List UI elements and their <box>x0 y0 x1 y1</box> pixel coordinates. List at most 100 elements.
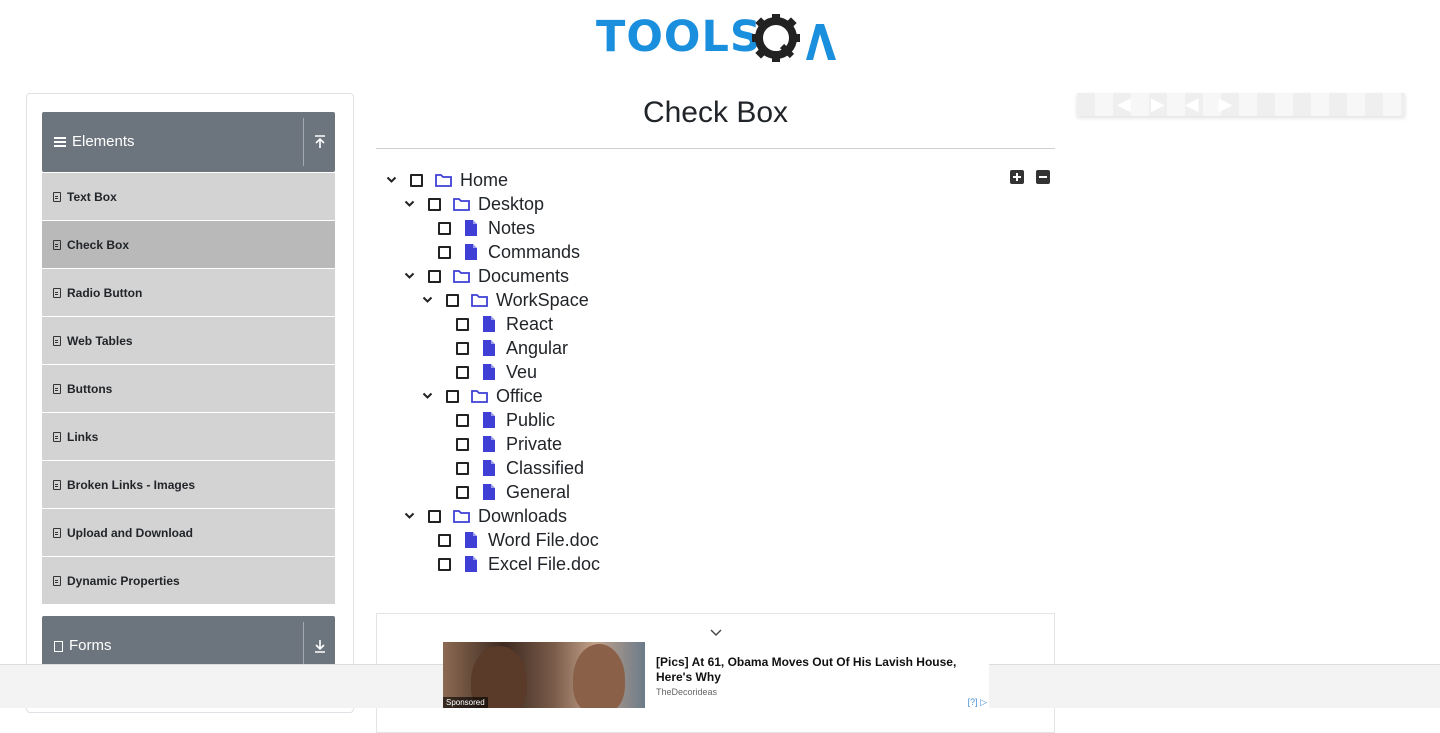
forms-icon <box>54 640 63 652</box>
tree-node-label[interactable]: Angular <box>506 336 568 360</box>
tree-node-label[interactable]: Commands <box>488 240 580 264</box>
ad-image[interactable]: Sponsored <box>443 642 645 708</box>
tree-node-label[interactable]: Home <box>460 168 508 192</box>
logo-text: TOOLS <box>596 12 762 62</box>
collapse-all-button[interactable] <box>1036 170 1050 184</box>
tree-node-workspace[interactable]: WorkSpace <box>420 288 589 312</box>
page-title: Check Box <box>642 96 789 129</box>
tree-node-label[interactable]: Classified <box>506 456 584 480</box>
ad-headline[interactable]: [Pics] At 61, Obama Moves Out Of His Lav… <box>656 655 976 685</box>
elements-group-header[interactable]: Elements <box>42 112 335 172</box>
ad-arrow-icon: ◀ <box>1117 94 1131 114</box>
menu-item-upload-download[interactable]: Upload and Download <box>42 509 335 557</box>
tree-node-office[interactable]: Office <box>420 384 543 408</box>
checkbox[interactable] <box>428 269 441 283</box>
chevron-down-icon[interactable] <box>402 264 416 288</box>
toolsqa-logo[interactable]: TOOLS <box>596 12 838 68</box>
arrow-up-icon[interactable] <box>303 118 335 166</box>
checkbox[interactable] <box>438 245 451 259</box>
elements-group-label: Elements <box>72 133 135 150</box>
tree-controls <box>1010 170 1050 184</box>
ad-banner-top[interactable]: ◀ ▶ ◀ ▶ <box>1077 93 1405 116</box>
arrow-down-icon[interactable] <box>303 622 335 670</box>
checkbox[interactable] <box>456 317 469 331</box>
chevron-down-icon[interactable] <box>420 288 434 312</box>
checkbox[interactable] <box>428 197 441 211</box>
checkbox[interactable] <box>428 509 441 523</box>
form-icon <box>53 335 61 346</box>
expand-all-button[interactable] <box>1010 170 1024 184</box>
chevron-down-icon[interactable] <box>709 628 723 638</box>
tree-node-word-file-doc[interactable]: Word File.doc <box>438 528 599 552</box>
folder-icon <box>452 192 470 216</box>
tree-node-label[interactable]: Veu <box>506 360 537 384</box>
tree-node-react[interactable]: React <box>456 312 553 336</box>
file-icon <box>462 552 480 576</box>
tree-node-classified[interactable]: Classified <box>456 456 584 480</box>
tree-node-label[interactable]: Downloads <box>478 504 567 528</box>
checkbox[interactable] <box>456 341 469 355</box>
tree-node-label[interactable]: Excel File.doc <box>488 552 600 576</box>
ad-arrow-icon: ▶ <box>1218 94 1233 114</box>
tree-node-angular[interactable]: Angular <box>456 336 568 360</box>
tree-node-label[interactable]: Notes <box>488 216 535 240</box>
tree-node-label[interactable]: Private <box>506 432 562 456</box>
tree-node-label[interactable]: Documents <box>478 264 569 288</box>
file-icon <box>462 216 480 240</box>
menu-item-radio-button[interactable]: Radio Button <box>42 269 335 317</box>
chevron-down-icon[interactable] <box>402 504 416 528</box>
menu-item-text-box[interactable]: Text Box <box>42 173 335 221</box>
file-icon <box>480 456 498 480</box>
tree-node-veu[interactable]: Veu <box>456 360 537 384</box>
menu-item-web-tables[interactable]: Web Tables <box>42 317 335 365</box>
tree-node-label[interactable]: WorkSpace <box>496 288 589 312</box>
file-icon <box>480 432 498 456</box>
checkbox[interactable] <box>456 365 469 379</box>
menu-item-check-box[interactable]: Check Box <box>42 221 335 269</box>
tree-node-downloads[interactable]: Downloads <box>402 504 567 528</box>
menu-item-dynamic-properties[interactable]: Dynamic Properties <box>42 557 335 605</box>
tree-node-public[interactable]: Public <box>456 408 555 432</box>
tree-node-private[interactable]: Private <box>456 432 562 456</box>
tree-node-documents[interactable]: Documents <box>402 264 569 288</box>
menu-item-broken-links[interactable]: Broken Links - Images <box>42 461 335 509</box>
sponsored-label: Sponsored <box>443 697 488 708</box>
ad-choices-icon[interactable]: [?] ▷ <box>968 697 987 708</box>
logo-gear-icon <box>752 14 836 62</box>
menu-item-buttons[interactable]: Buttons <box>42 365 335 413</box>
checkbox[interactable] <box>456 413 469 427</box>
chevron-down-icon[interactable] <box>384 168 398 192</box>
tree-node-desktop[interactable]: Desktop <box>402 192 544 216</box>
folder-icon <box>470 384 488 408</box>
tree-node-label[interactable]: React <box>506 312 553 336</box>
tree-node-notes[interactable]: Notes <box>438 216 535 240</box>
chevron-down-icon[interactable] <box>420 384 434 408</box>
tree-node-commands[interactable]: Commands <box>438 240 580 264</box>
tree-node-label[interactable]: Word File.doc <box>488 528 599 552</box>
checkbox[interactable] <box>438 221 451 235</box>
checkbox[interactable] <box>438 533 451 547</box>
checkbox[interactable] <box>446 389 459 403</box>
menu-item-links[interactable]: Links <box>42 413 335 461</box>
checkbox[interactable] <box>410 173 423 187</box>
left-panel: Elements Text Box Check Box Radio Button… <box>26 93 354 713</box>
checkbox[interactable] <box>446 293 459 307</box>
file-icon <box>480 336 498 360</box>
checkbox[interactable] <box>456 485 469 499</box>
ad-arrow-icon: ◀ <box>1184 94 1199 114</box>
divider <box>376 148 1055 149</box>
chevron-down-icon[interactable] <box>402 192 416 216</box>
tree-node-label[interactable]: Desktop <box>478 192 544 216</box>
tree-node-label[interactable]: Office <box>496 384 543 408</box>
checkbox[interactable] <box>456 461 469 475</box>
checkbox[interactable] <box>456 437 469 451</box>
tree-node-label[interactable]: General <box>506 480 570 504</box>
tree-node-home[interactable]: Home <box>384 168 508 192</box>
form-icon <box>53 527 61 538</box>
tree-node-excel-file-doc[interactable]: Excel File.doc <box>438 552 600 576</box>
tree-node-general[interactable]: General <box>456 480 570 504</box>
sponsored-ad[interactable]: Sponsored [Pics] At 61, Obama Moves Out … <box>443 642 989 708</box>
tree-node-label[interactable]: Public <box>506 408 555 432</box>
form-icon <box>53 383 61 394</box>
checkbox[interactable] <box>438 557 451 571</box>
